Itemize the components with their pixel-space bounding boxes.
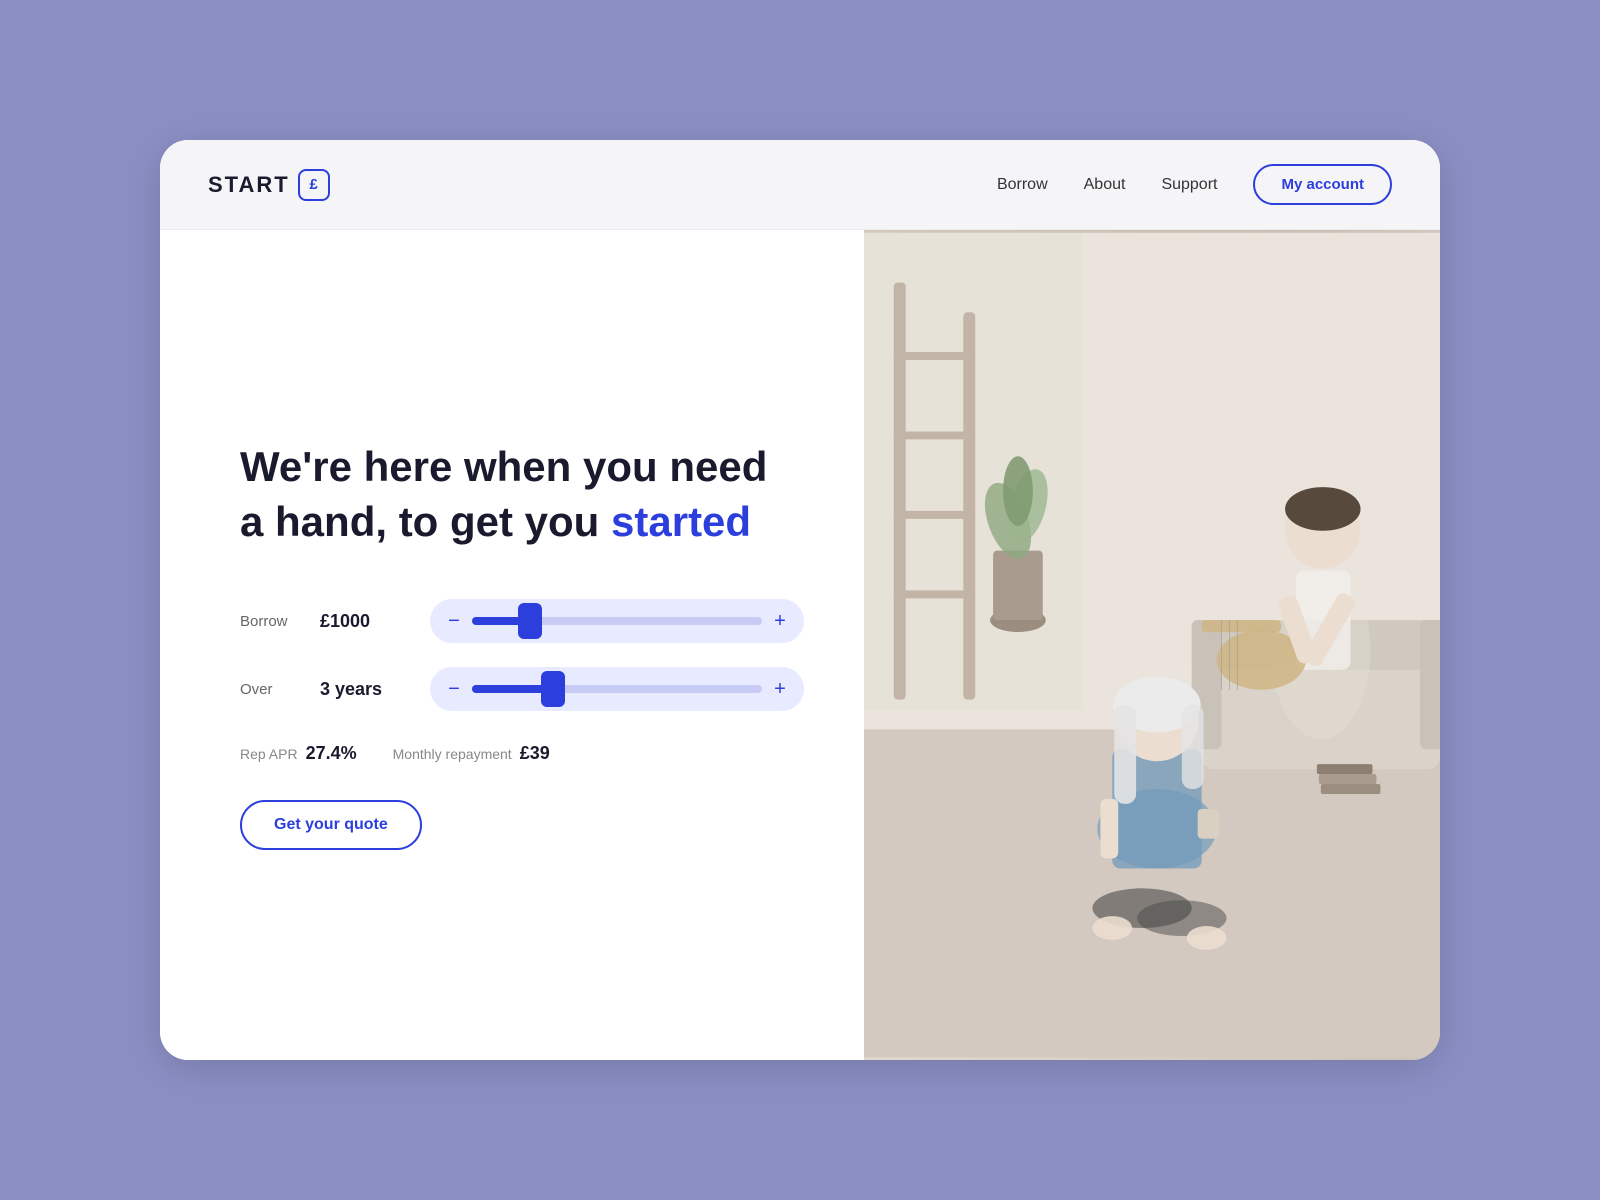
nav-link-about[interactable]: About (1084, 176, 1126, 194)
monthly-repayment-value: £39 (520, 743, 550, 764)
headline: We're here when you need a hand, to get … (240, 440, 804, 549)
borrow-slider-fill (472, 617, 530, 625)
borrow-slider-container: − + (430, 599, 804, 643)
over-slider-fill (472, 685, 553, 693)
main-card: START £ Borrow About Support My account … (160, 140, 1440, 1060)
rep-apr-item: Rep APR 27.4% (240, 743, 357, 764)
nav-link-support[interactable]: Support (1161, 176, 1217, 194)
monthly-repayment-item: Monthly repayment £39 (393, 743, 550, 764)
rep-apr-value: 27.4% (306, 743, 357, 764)
borrow-slider-track[interactable] (472, 617, 762, 625)
get-quote-button[interactable]: Get your quote (240, 800, 422, 850)
main-content: We're here when you need a hand, to get … (160, 230, 1440, 1060)
left-panel: We're here when you need a hand, to get … (160, 230, 864, 1060)
loan-controls: Borrow £1000 − + (240, 599, 804, 711)
over-label: Over (240, 681, 300, 698)
hero-illustration (864, 230, 1440, 1060)
over-slider-container: − + (430, 667, 804, 711)
over-minus-button[interactable]: − (442, 677, 466, 701)
borrow-slider-thumb[interactable] (518, 603, 542, 639)
my-account-button[interactable]: My account (1253, 164, 1392, 205)
borrow-row: Borrow £1000 − + (240, 599, 804, 643)
hero-image (864, 230, 1440, 1060)
nav-link-borrow[interactable]: Borrow (997, 176, 1048, 194)
borrow-minus-button[interactable]: − (442, 609, 466, 633)
logo-text: START (208, 172, 290, 198)
borrow-plus-button[interactable]: + (768, 609, 792, 633)
right-panel (864, 230, 1440, 1060)
rep-apr-label: Rep APR (240, 746, 298, 762)
borrow-value: £1000 (320, 611, 410, 632)
over-value: 3 years (320, 679, 410, 700)
apr-row: Rep APR 27.4% Monthly repayment £39 (240, 743, 804, 764)
over-row: Over 3 years − + (240, 667, 804, 711)
monthly-repayment-label: Monthly repayment (393, 746, 512, 762)
over-slider-thumb[interactable] (541, 671, 565, 707)
navbar: START £ Borrow About Support My account (160, 140, 1440, 230)
over-plus-button[interactable]: + (768, 677, 792, 701)
nav-links: Borrow About Support (997, 176, 1218, 194)
over-slider-track[interactable] (472, 685, 762, 693)
logo[interactable]: START £ (208, 169, 330, 201)
logo-icon: £ (298, 169, 330, 201)
borrow-label: Borrow (240, 613, 300, 630)
